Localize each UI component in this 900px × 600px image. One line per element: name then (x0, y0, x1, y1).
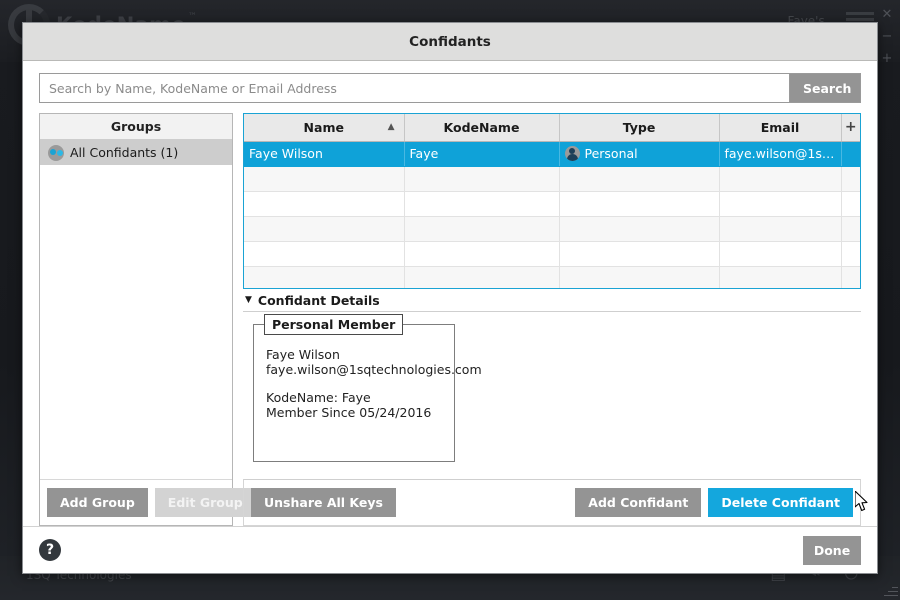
group-item-all-confidants[interactable]: All Confidants (1) (40, 140, 232, 165)
cell-empty (244, 266, 405, 288)
confidant-details-label: Confidant Details (257, 292, 380, 308)
cell-empty (244, 191, 405, 217)
group-item-label: All Confidants (1) (70, 145, 179, 160)
cell-empty (719, 216, 842, 242)
table-row-empty[interactable] (244, 241, 860, 267)
cell-spacer (841, 141, 860, 167)
column-header-name[interactable]: Name ▲ (244, 114, 405, 142)
detail-name: Faye Wilson (266, 347, 340, 362)
cell-empty (244, 166, 405, 192)
search-row: Search (39, 73, 861, 103)
table-row-empty[interactable] (244, 191, 860, 217)
person-icon (564, 146, 580, 161)
cell-empty (559, 241, 720, 267)
cell-type-label: Personal (584, 146, 638, 161)
cell-empty (719, 191, 842, 217)
cell-empty (559, 191, 720, 217)
cell-email: faye.wilson@1sqtechnolo... (719, 141, 842, 167)
delete-confidant-button[interactable]: Delete Confidant (708, 488, 853, 517)
cell-empty (244, 216, 405, 242)
groups-list: All Confidants (1) (40, 140, 232, 479)
detail-kodename: KodeName: Faye (266, 390, 371, 405)
confidants-table: Name ▲ KodeName Type Email + Faye Wilson… (243, 113, 861, 289)
confidant-action-buttons: Unshare All Keys Add Confidant Delete Co… (243, 479, 861, 526)
window-minimize-icon[interactable]: − (878, 30, 896, 44)
cell-empty (404, 266, 560, 288)
trademark-symbol: ™ (187, 12, 197, 22)
table-row-empty[interactable] (244, 216, 860, 242)
personal-member-legend: Personal Member (264, 314, 404, 335)
group-icon (48, 144, 64, 161)
cell-empty (719, 266, 842, 288)
main-area: Groups All Confidants (1) Add Group Edit… (39, 113, 861, 526)
unshare-all-keys-button[interactable]: Unshare All Keys (251, 488, 396, 517)
confidants-dialog: Confidants Search Groups All Confidants … (22, 22, 878, 574)
sort-ascending-icon: ▲ (387, 122, 395, 133)
done-button[interactable]: Done (803, 535, 861, 565)
search-input[interactable] (39, 73, 789, 103)
cell-empty (841, 191, 860, 217)
column-header-email[interactable]: Email (719, 114, 842, 142)
confidants-table-element: Name ▲ KodeName Type Email + Faye Wilson… (244, 114, 860, 288)
detail-member-since: Member Since 05/24/2016 (266, 405, 432, 420)
cell-empty (841, 166, 860, 192)
cell-type: Personal (559, 141, 720, 167)
search-button[interactable]: Search (789, 73, 861, 103)
dialog-body: Search Groups All Confidants (1) Add Gro… (23, 61, 877, 573)
column-header-kodename[interactable]: KodeName (404, 114, 560, 142)
dialog-titlebar: Confidants (23, 23, 877, 61)
cell-empty (404, 216, 560, 242)
cell-empty (841, 216, 860, 242)
cell-empty (559, 166, 720, 192)
right-panel: Name ▲ KodeName Type Email + Faye Wilson… (243, 113, 861, 526)
hamburger-menu-icon[interactable] (846, 12, 874, 15)
column-header-name-label: Name (303, 119, 344, 135)
confidant-details-body: Personal Member Faye Wilson faye.wilson@… (243, 312, 861, 479)
table-header-row: Name ▲ KodeName Type Email + (244, 114, 860, 142)
column-header-type[interactable]: Type (559, 114, 720, 142)
cell-empty (559, 266, 720, 288)
chevron-down-icon: ▼ (245, 295, 252, 305)
cell-empty (841, 266, 860, 288)
cell-empty (404, 191, 560, 217)
dialog-footer: ? Done (23, 526, 877, 573)
groups-panel: Groups All Confidants (1) Add Group Edit… (39, 113, 256, 526)
add-group-button[interactable]: Add Group (47, 488, 148, 517)
confidant-details-header[interactable]: ▼ Confidant Details (243, 289, 861, 312)
table-body: Faye Wilson Faye Personal faye.wilson@1s… (244, 141, 860, 288)
groups-header: Groups (40, 114, 232, 140)
cell-empty (719, 166, 842, 192)
dialog-title: Confidants (409, 33, 491, 50)
cell-empty (404, 166, 560, 192)
edit-group-button: Edit Group (154, 488, 256, 517)
window-resize-grip[interactable] (882, 582, 898, 598)
cell-empty (559, 216, 720, 242)
detail-spacer (266, 377, 442, 390)
detail-email: faye.wilson@1sqtechnologies.com (266, 362, 482, 377)
window-close-icon[interactable]: ✕ (878, 8, 896, 22)
add-confidant-button[interactable]: Add Confidant (575, 488, 702, 517)
help-icon[interactable]: ? (39, 539, 61, 561)
personal-member-fieldset: Personal Member Faye Wilson faye.wilson@… (253, 314, 482, 462)
cell-empty (244, 241, 405, 267)
cell-empty (719, 241, 842, 267)
table-row-empty[interactable] (244, 266, 860, 288)
window-plus-icon[interactable]: + (878, 52, 896, 66)
table-row[interactable]: Faye Wilson Faye Personal faye.wilson@1s… (244, 141, 860, 167)
groups-buttons: Add Group Edit Group (40, 479, 256, 525)
cell-kodename: Faye (404, 141, 560, 167)
cell-name: Faye Wilson (244, 141, 405, 167)
add-column-button[interactable]: + (841, 114, 860, 142)
cell-empty (404, 241, 560, 267)
table-row-empty[interactable] (244, 166, 860, 192)
cell-empty (841, 241, 860, 267)
